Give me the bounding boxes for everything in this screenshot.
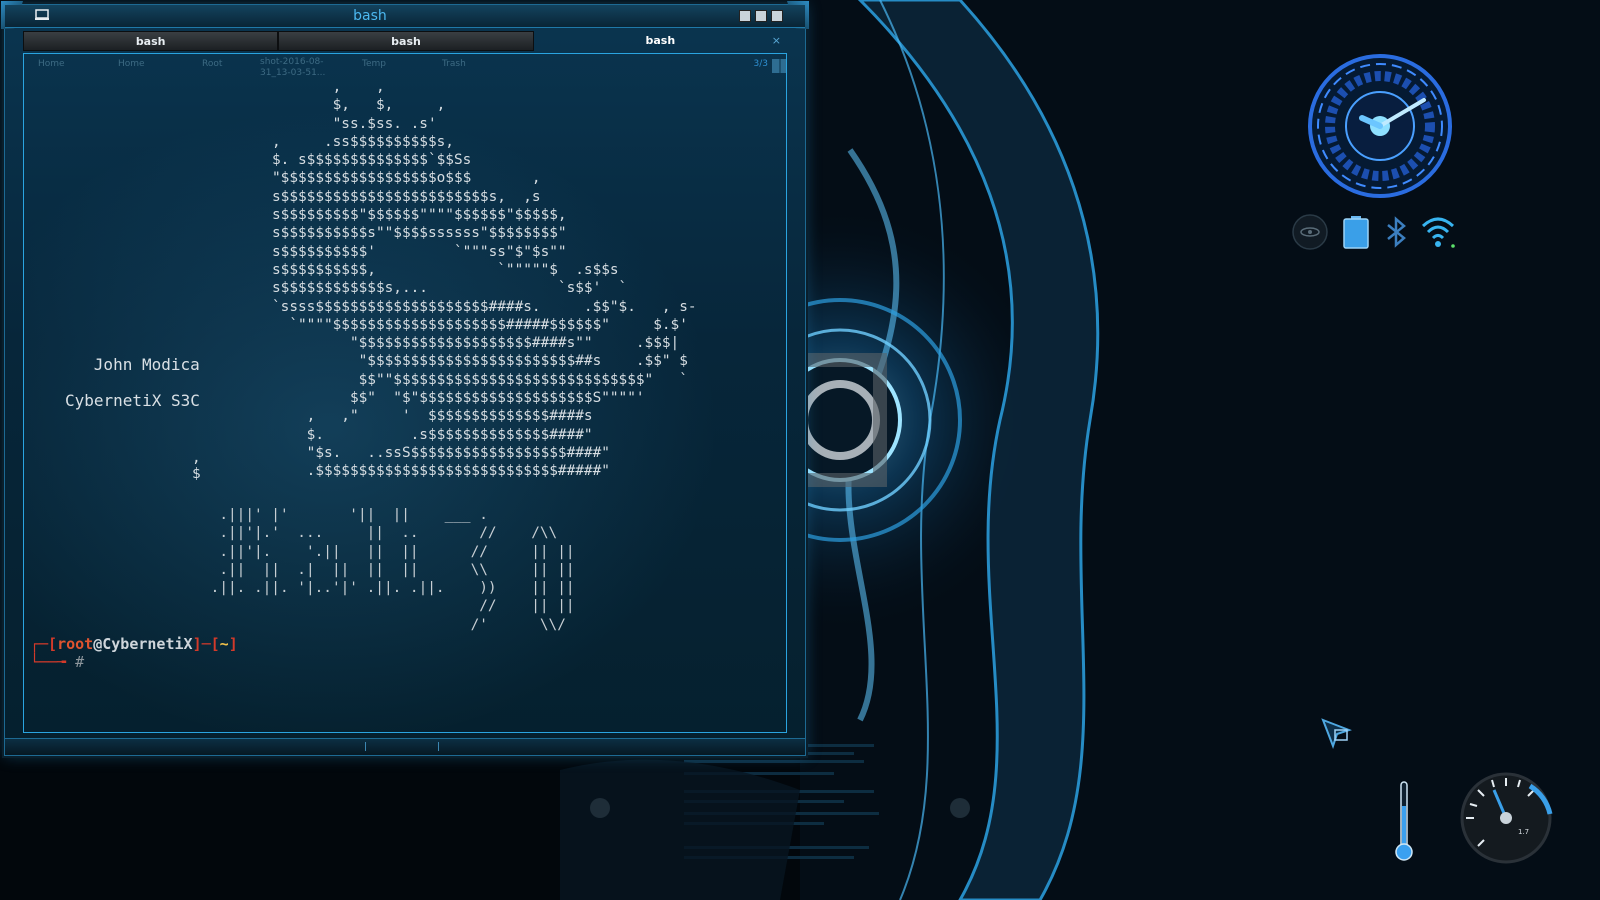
maximize-icon[interactable] [755, 10, 767, 22]
ascii-art-side-1: , [192, 450, 201, 466]
author-signature: John Modica CybernetiX S3C [36, 338, 200, 446]
minimize-icon[interactable] [739, 10, 751, 22]
desktop-icon-temp[interactable]: Temp [362, 59, 386, 69]
close-icon[interactable] [771, 10, 783, 22]
window-statusbar [5, 738, 805, 755]
gauge-value: 1.7 [1518, 828, 1529, 836]
prompt-user: root [57, 635, 94, 653]
bluetooth-icon[interactable] [1378, 214, 1414, 250]
window-title: bash [353, 8, 387, 24]
clock-icon [1308, 54, 1452, 198]
system-tray [1292, 214, 1462, 254]
desktop-icon-root[interactable]: Root [202, 59, 222, 69]
workspace-grid-icon[interactable] [772, 59, 786, 73]
thermometer-icon [1395, 781, 1413, 861]
gauge-icon: 1.7 [1460, 772, 1553, 864]
ascii-art-logo: , , $, $, , "ss.$ss. .s' , .ss$$$$$$$$$$… [272, 79, 697, 480]
prompt-symbol: # [75, 653, 85, 671]
prompt-dir: ~ [219, 635, 229, 653]
tab-bash-2[interactable]: bash [278, 31, 534, 51]
window-controls [739, 10, 783, 22]
cursor-icon [1321, 718, 1352, 749]
kali-ascii-logo: .|||' |' '|| || ___ . .||'|.' ... || .. … [210, 507, 575, 633]
tab-bar: bash bash bash × [23, 31, 787, 51]
desktop-icon-home[interactable]: Home [38, 59, 65, 69]
tab-close-icon[interactable]: × [772, 34, 781, 47]
eye-icon[interactable] [1292, 214, 1328, 250]
desktop-icon-home-2[interactable]: Home [118, 59, 145, 69]
prompt-at: @ [93, 635, 103, 653]
wifi-icon[interactable] [1420, 214, 1456, 250]
battery-icon[interactable] [1338, 214, 1374, 250]
terminal-window[interactable]: bash bash bash bash × Home Home Root sho… [1, 1, 809, 756]
ascii-art-side-2: $ [192, 466, 201, 482]
shell-input-line[interactable]: └──╼ # [30, 653, 84, 671]
speed-gauge: 1.7 [1458, 770, 1554, 866]
shell-prompt: ┌─[root@CybernetiX]─[~] [30, 635, 238, 653]
desktop-icon-screenshot[interactable]: shot-2016-08-31_13-03-51... [260, 57, 330, 79]
terminal-output[interactable]: Home Home Root shot-2016-08-31_13-03-51.… [23, 53, 787, 733]
workspace-indicator[interactable]: 3/3 [754, 59, 768, 69]
author-org: CybernetiX S3C [65, 391, 200, 410]
statusbar-handle[interactable] [365, 742, 439, 751]
tab-bash-1[interactable]: bash [23, 31, 279, 51]
window-titlebar[interactable]: bash [5, 5, 805, 28]
author-name: John Modica [93, 355, 200, 374]
desktop-icon-trash[interactable]: Trash [442, 59, 466, 69]
prompt-host: CybernetiX [102, 635, 193, 653]
tab-bash-3[interactable]: bash [534, 31, 787, 51]
